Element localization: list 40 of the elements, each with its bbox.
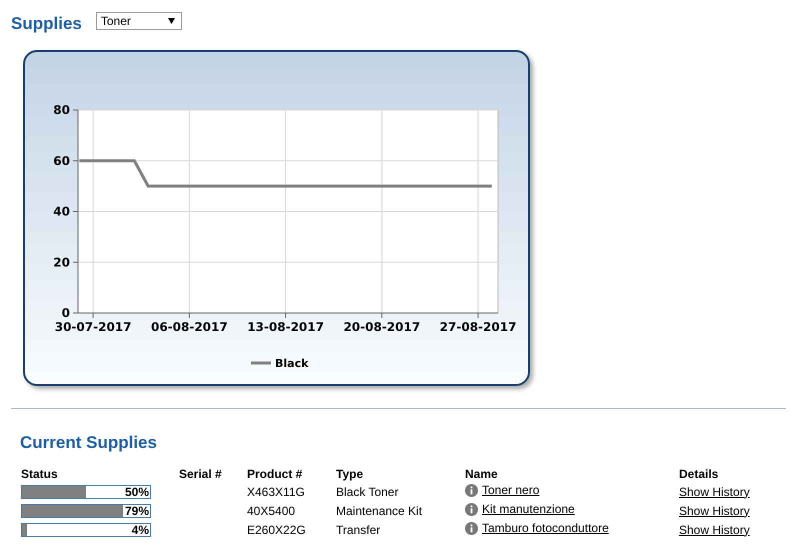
column-header: Product #: [247, 465, 336, 482]
show-history-link[interactable]: Show History: [679, 522, 750, 536]
y-tick-label: 40: [53, 204, 70, 218]
page-title: Supplies: [11, 14, 82, 34]
legend-swatch: [251, 362, 271, 364]
column-header: Serial #: [179, 466, 223, 482]
percent-label: 50%: [124, 486, 149, 498]
legend-label: Black: [275, 357, 308, 370]
info-icon[interactable]: [465, 522, 478, 535]
table-cell: Transfer: [336, 522, 380, 536]
column-header: Status: [21, 465, 179, 482]
y-tick-label: 0: [62, 306, 70, 320]
y-tick-label: 60: [53, 154, 70, 168]
percent-label: 79%: [124, 504, 149, 518]
show-history-link[interactable]: Show History: [679, 504, 750, 518]
show-history-link[interactable]: Show History: [679, 484, 750, 498]
table-cell: Maintenance Kit: [336, 504, 422, 518]
x-tick-label: 20-08-2017: [343, 320, 420, 334]
x-tick-label: 06-08-2017: [150, 320, 228, 334]
caret-icon: [168, 18, 175, 24]
column-header: Details: [679, 466, 720, 482]
table-cell: Black Toner: [336, 484, 398, 498]
info-icon[interactable]: [465, 484, 478, 497]
table-cell: 40X5400: [247, 504, 296, 518]
x-tick-label: 27-08-2017: [440, 320, 516, 334]
column-header: Type: [336, 466, 364, 482]
section-title: Current Supplies: [20, 433, 158, 453]
name-link[interactable]: Kit manutenzione: [482, 502, 575, 516]
column-header: Name: [465, 466, 499, 482]
name-link[interactable]: Toner nero: [482, 483, 540, 498]
info-icon[interactable]: [465, 502, 478, 516]
x-tick-label: 30-07-2017: [54, 320, 132, 334]
y-tick-label: 20: [53, 255, 70, 270]
percent-label: 4%: [132, 524, 149, 536]
table-cell: X463X11G: [247, 484, 305, 498]
y-tick-label: 80: [53, 103, 70, 117]
supply-dropdown[interactable]: Toner: [96, 12, 182, 30]
name-link[interactable]: Tamburo fotoconduttore: [482, 521, 609, 536]
table-cell: E260X22G: [247, 522, 306, 536]
x-tick-label: 13-08-2017: [247, 320, 324, 334]
